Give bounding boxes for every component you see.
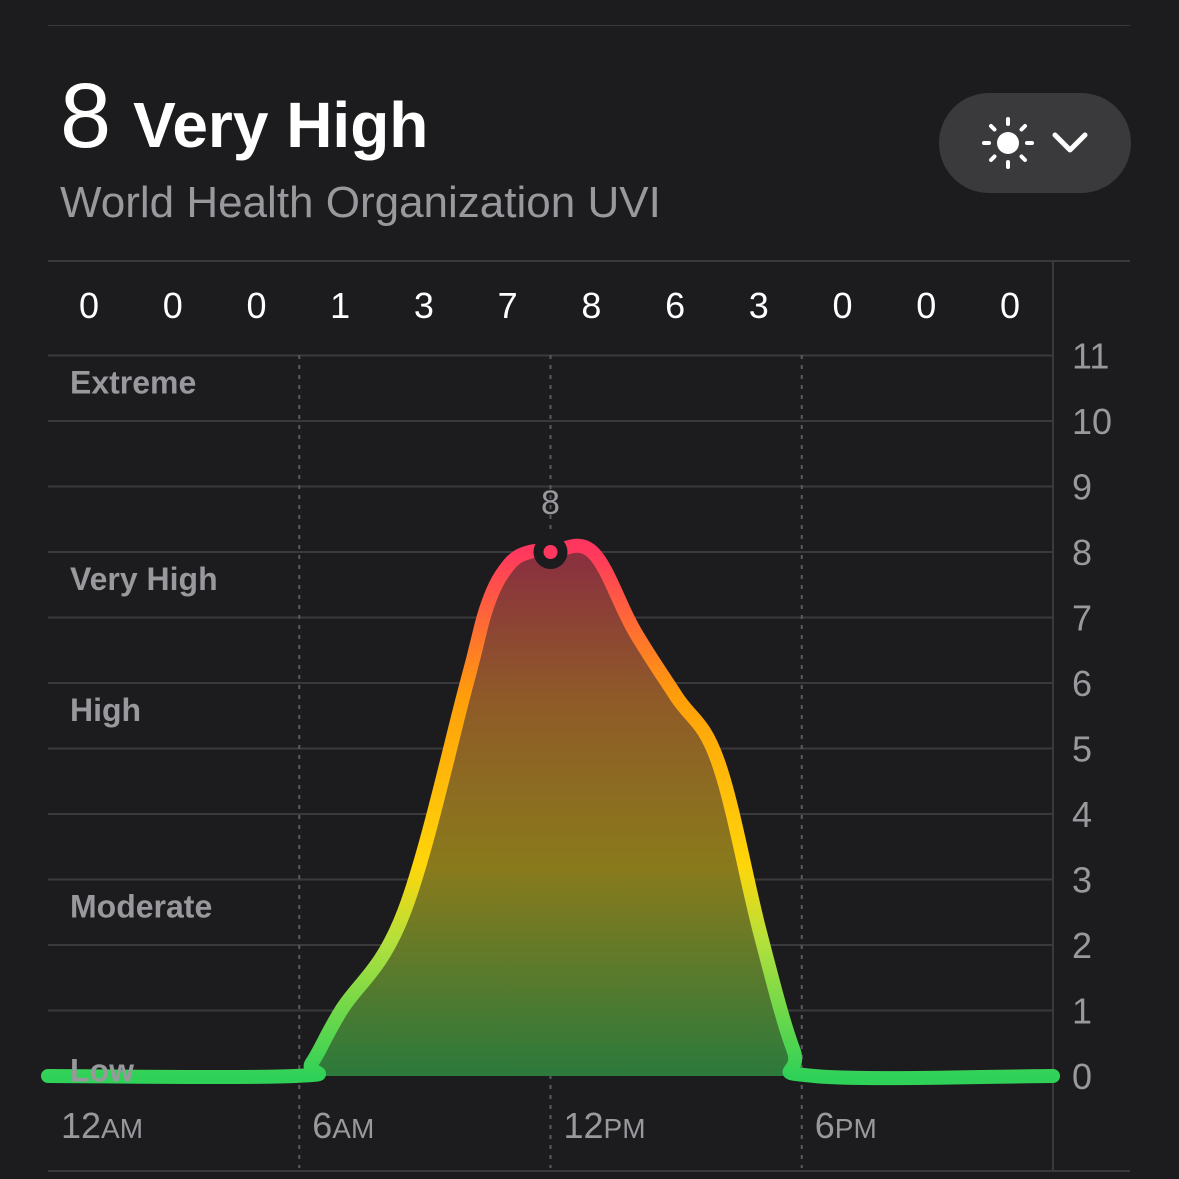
y-tick-label: 0: [1072, 1056, 1092, 1097]
hourly-uv-value: 0: [246, 285, 266, 326]
hourly-uv-value: 3: [414, 285, 434, 326]
hourly-uv-value: 0: [916, 285, 936, 326]
x-tick-label: 6PM: [815, 1105, 877, 1146]
hourly-uv-value: 0: [79, 285, 99, 326]
y-tick-label: 8: [1072, 532, 1092, 573]
hourly-uv-value: 1: [330, 285, 350, 326]
y-tick-label: 2: [1072, 925, 1092, 966]
y-tick-label: 11: [1072, 336, 1109, 377]
uv-category-label: Moderate: [70, 889, 212, 925]
uv-category-label: Low: [70, 1052, 134, 1088]
hourly-uv-value: 0: [1000, 285, 1020, 326]
x-tick-label: 12PM: [564, 1105, 646, 1146]
y-tick-label: 4: [1072, 794, 1092, 835]
y-tick-label: 6: [1072, 663, 1092, 704]
hourly-uv-value: 3: [749, 285, 769, 326]
hourly-uv-value: 6: [665, 285, 685, 326]
x-tick-label: 6AM: [312, 1105, 374, 1146]
y-tick-label: 3: [1072, 860, 1092, 901]
hourly-uv-value: 7: [498, 285, 518, 326]
y-tick-label: 7: [1072, 598, 1092, 639]
uv-category-label: Very High: [70, 561, 218, 597]
current-point-label: 8: [541, 484, 560, 522]
uv-category-label: High: [70, 692, 141, 728]
y-tick-label: 9: [1072, 467, 1092, 508]
hourly-uv-value: 8: [581, 285, 601, 326]
uv-area-fill: [48, 545, 1053, 1079]
y-tick-label: 10: [1072, 401, 1112, 442]
uv-index-chart: 0 1 2 3 4 5 6 7 8 9 10 11 12AM 6AM 12PM 6PM 0 0 0 1 3 7 8 6 3 0 0 0…: [41, 260, 1130, 1172]
y-tick-label: 5: [1072, 729, 1092, 770]
x-tick-label: 12AM: [61, 1105, 143, 1146]
y-tick-label: 1: [1072, 991, 1092, 1032]
hourly-uv-value: 0: [163, 285, 183, 326]
hourly-uv-value: 0: [833, 285, 853, 326]
uv-category-label: Extreme: [70, 365, 196, 401]
current-point-dot: [543, 545, 558, 559]
